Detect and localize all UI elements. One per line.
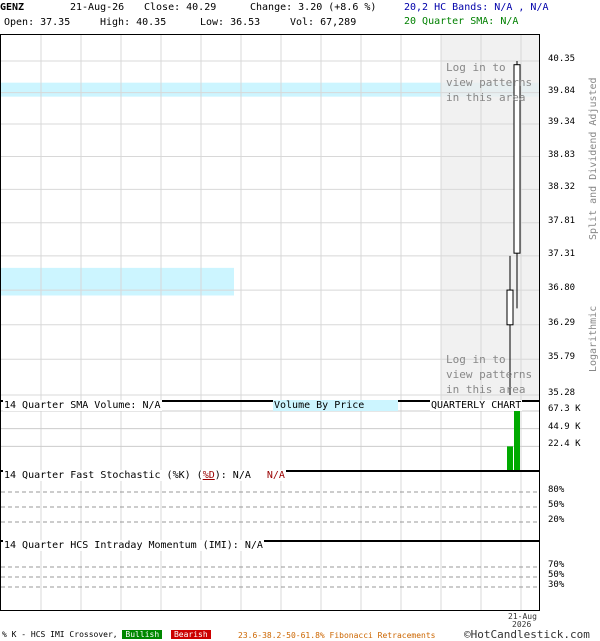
low-value: Low: 36.53 — [200, 17, 261, 28]
stoch-d: %D — [202, 470, 215, 481]
sma-label: 20 Quarter SMA: N/A — [404, 16, 519, 27]
brand-label[interactable]: ©HotCandlestick.com — [464, 628, 590, 641]
stochastic-panel — [0, 471, 540, 541]
volume-panel — [0, 401, 540, 471]
volume-bar — [514, 411, 520, 470]
chart-period-label: QUARTERLY CHART — [430, 400, 523, 411]
stoch-mid: ) ( — [184, 470, 203, 481]
split-adjusted-label: Split and Dividend Adjusted — [588, 77, 599, 240]
footer-crossover: % K - HCS IMI Crossover, Bullish Bearish — [2, 630, 211, 639]
close-value: Close: 40.29 — [144, 2, 217, 13]
price-tick: 38.32 — [548, 182, 576, 193]
hc-band-lower — [1, 267, 234, 296]
price-tick: 39.34 — [548, 117, 576, 128]
login-patterns-bottom[interactable]: Log in to view patterns in this area — [446, 352, 532, 397]
crossover-label: % K - HCS IMI Crossover, — [2, 630, 118, 639]
symbol: GENZ — [0, 2, 25, 13]
imi-tick: 70% — [548, 560, 565, 570]
stoch-d-value: N/A — [266, 470, 285, 481]
volume-chart — [1, 402, 539, 470]
stochastic-tick: 50% — [548, 500, 565, 510]
volume-by-price-label[interactable]: Volume By Price — [273, 400, 399, 411]
stochastic-tick: 80% — [548, 485, 565, 495]
price-tick: 37.31 — [548, 248, 576, 259]
price-tick: 36.29 — [548, 317, 576, 328]
open-value: Open: 37.35 — [4, 17, 71, 28]
price-tick: 40.35 — [548, 54, 576, 64]
stochastic-label: 14 Quarter Fast Stochastic (%K) (%D): N/… — [3, 470, 286, 481]
stoch-prefix: 14 Quarter Fast Stochastic ( — [4, 470, 173, 481]
change-value: Change: 3.20 (+8.6 %) — [250, 2, 377, 13]
login-patterns-top[interactable]: Log in to view patterns in this area — [446, 60, 532, 105]
date: 21-Aug-26 — [70, 2, 125, 13]
price-tick: 36.80 — [548, 283, 576, 294]
bearish-badge: Bearish — [170, 630, 211, 639]
high-value: High: 40.35 — [100, 17, 167, 28]
imi-chart — [1, 542, 539, 610]
candle-body — [506, 289, 514, 326]
volume-value: Vol: 67,289 — [290, 17, 357, 28]
fibonacci-label: 23.6-38.2-50-61.8% Fibonacci Retracement… — [238, 631, 436, 640]
stoch-k: %K — [172, 470, 185, 481]
imi-label: 14 Quarter HCS Intraday Momentum (IMI): … — [3, 540, 264, 551]
hc-bands-label: 20,2 HC Bands: N/A , N/A — [404, 2, 549, 13]
imi-tick: 50% — [548, 570, 565, 580]
price-tick: 38.83 — [548, 149, 576, 160]
bullish-badge: Bullish — [122, 630, 163, 639]
price-tick: 35.79 — [548, 352, 576, 363]
volume-tick: 22.4 K — [548, 439, 581, 450]
imi-tick: 30% — [548, 580, 565, 590]
volume-sma-label: 14 Quarter SMA Volume: N/A — [3, 400, 162, 411]
price-tick: 39.84 — [548, 85, 576, 96]
stoch-suffix: ): N/A — [214, 470, 251, 481]
imi-panel — [0, 541, 540, 611]
volume-tick: 44.9 K — [548, 421, 581, 432]
price-tick: 35.28 — [548, 388, 576, 398]
volume-bar — [507, 446, 513, 470]
stochastic-tick: 20% — [548, 515, 565, 525]
volume-tick: 67.3 K — [548, 404, 581, 414]
price-tick: 37.81 — [548, 215, 576, 226]
logarithmic-label: Logarithmic — [588, 305, 599, 372]
stochastic-chart — [1, 472, 539, 540]
